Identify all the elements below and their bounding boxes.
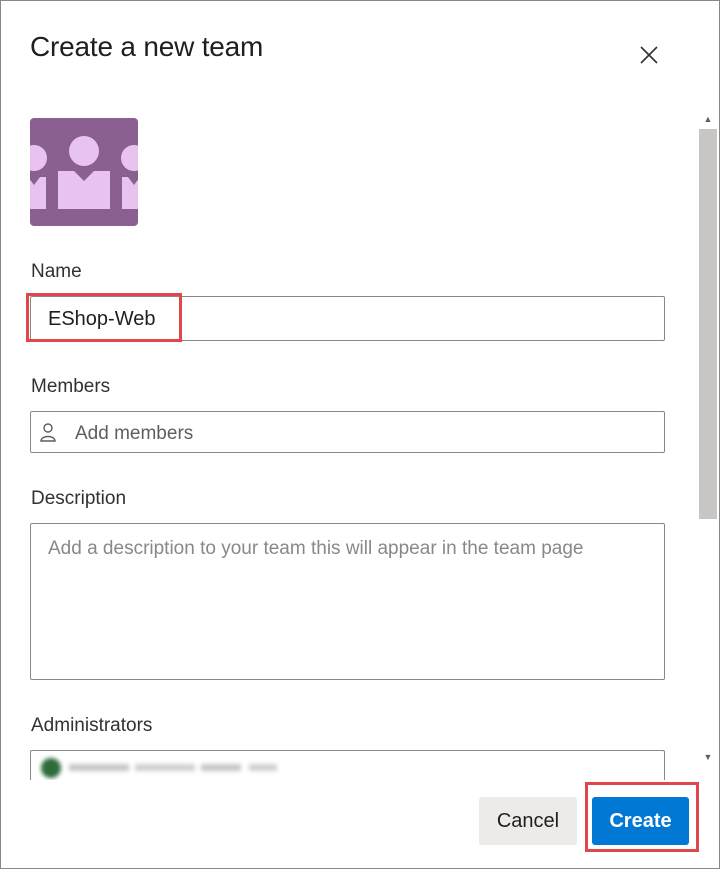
name-field[interactable]: EShop-Web	[30, 296, 665, 341]
scroll-up-arrow-icon[interactable]: ▲	[702, 113, 714, 125]
person-icon	[39, 422, 57, 447]
members-placeholder: Add members	[75, 423, 194, 444]
scroll-down-arrow-icon[interactable]: ▼	[702, 751, 714, 763]
cancel-button[interactable]: Cancel	[479, 797, 577, 845]
vertical-scrollbar[interactable]: ▲ ▼	[698, 109, 718, 769]
team-avatar-icon[interactable]	[30, 118, 138, 226]
description-placeholder: Add a description to your team this will…	[48, 538, 584, 559]
description-label: Description	[31, 488, 127, 509]
scrollbar-thumb[interactable]	[699, 129, 717, 519]
create-team-dialog: Create a new team ▲ ▼ Name EShop-Web Mem…	[0, 0, 720, 869]
dialog-title: Create a new team	[30, 31, 264, 62]
name-value: EShop-Web	[48, 308, 156, 330]
members-input[interactable]: Add members	[30, 411, 665, 453]
administrators-label: Administrators	[31, 715, 153, 736]
name-label: Name	[31, 261, 82, 282]
description-textarea[interactable]: Add a description to your team this will…	[30, 523, 665, 680]
administrator-chip[interactable]	[37, 757, 287, 779]
create-button[interactable]: Create	[592, 797, 689, 845]
members-label: Members	[31, 376, 111, 397]
close-icon[interactable]	[637, 43, 661, 67]
